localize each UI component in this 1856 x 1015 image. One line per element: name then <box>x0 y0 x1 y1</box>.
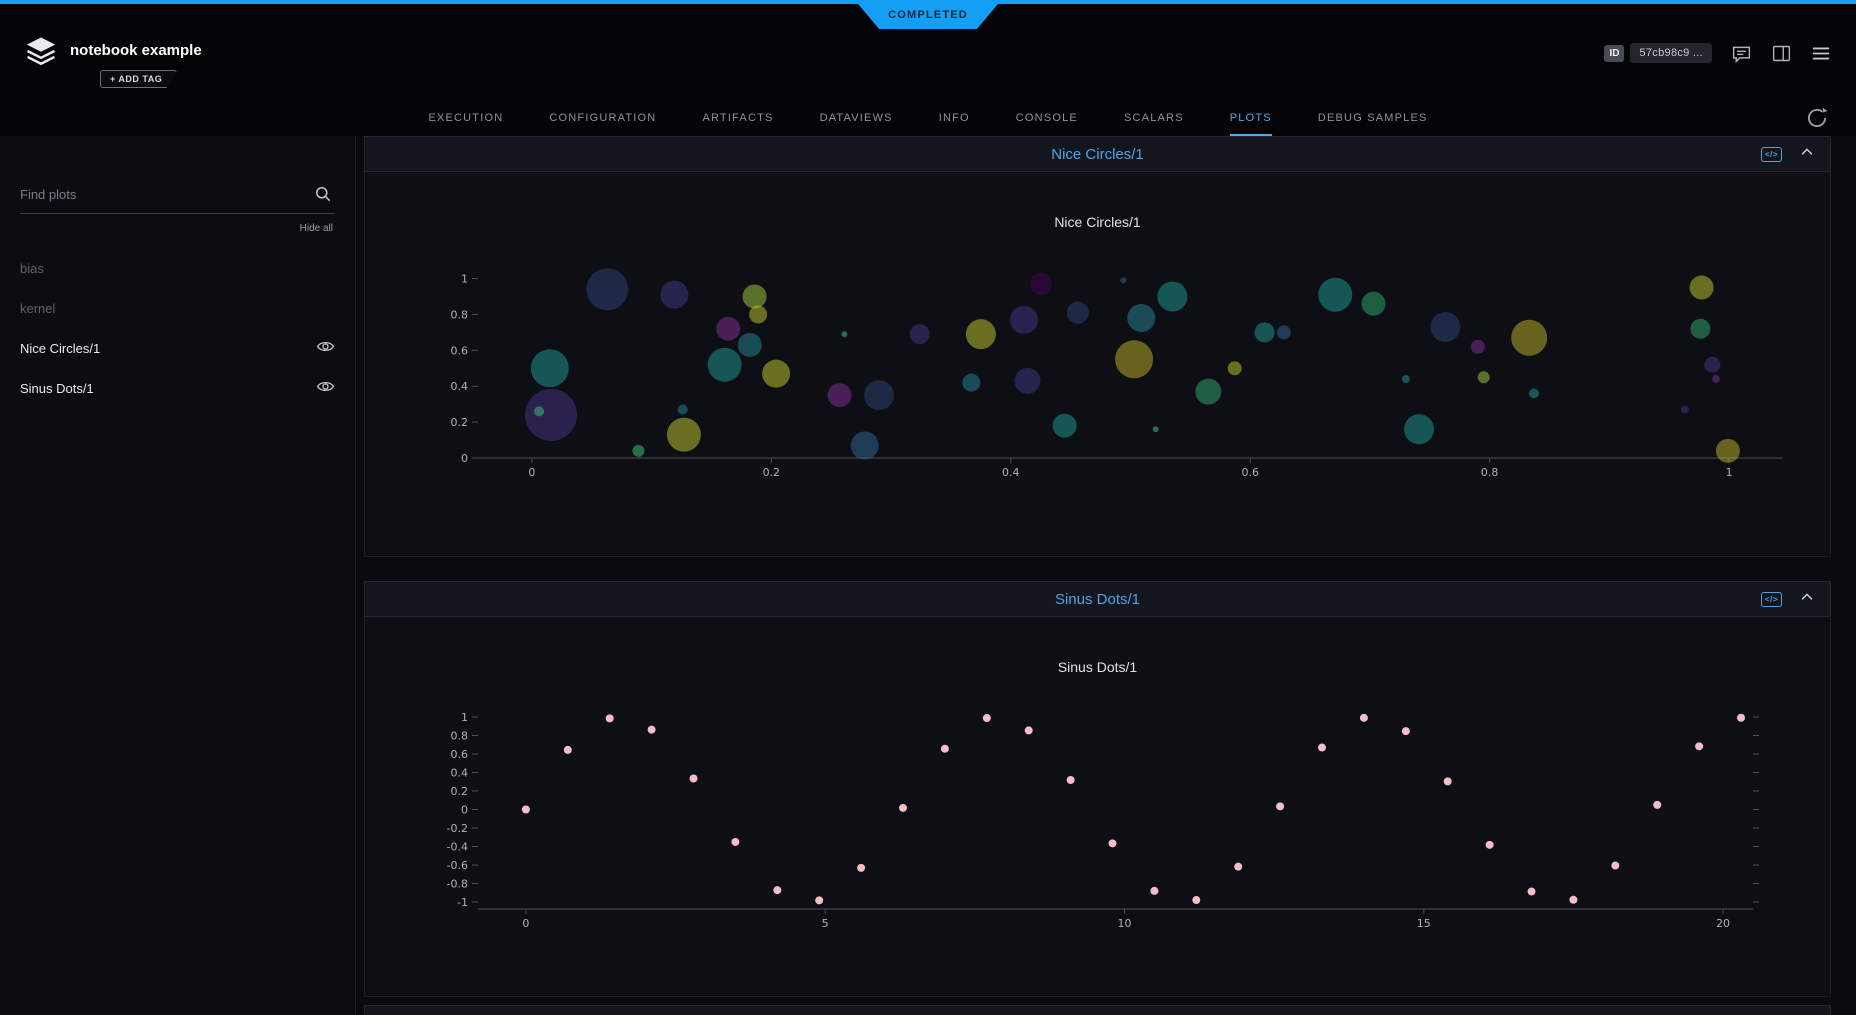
plots-sidebar: Hide all bias kernel Nice Circles/1 Sinus D… <box>0 136 356 1015</box>
plot-list-item-bias[interactable]: bias <box>0 248 355 288</box>
plot-list: bias kernel Nice Circles/1 Sinus Dots/1 <box>0 248 355 408</box>
svg-text:10: 10 <box>1117 917 1131 930</box>
svg-text:1: 1 <box>1725 466 1732 479</box>
experiment-title: notebook example <box>70 42 202 59</box>
details-panel-icon[interactable] <box>1770 42 1792 64</box>
comments-icon[interactable] <box>1730 42 1752 64</box>
collapse-chevron-icon[interactable] <box>1798 143 1816 166</box>
svg-text:-0.2: -0.2 <box>446 822 467 835</box>
svg-text:1: 1 <box>461 711 468 724</box>
tab-scalars[interactable]: SCALARS <box>1124 100 1184 136</box>
scatter-chart[interactable]: 0 5 10 15 20 -1 -0.8 -0.6 -0.4 -0.2 0 0.2 0.4 0.6 0.8 1 <box>418 707 1778 943</box>
plot-card-body: Sinus Dots/1 05101520-1-0.8-0.6-0.4-0.20… <box>364 617 1831 997</box>
svg-text:0.6: 0.6 <box>450 344 468 357</box>
plot-search <box>20 186 335 214</box>
svg-text:0.2: 0.2 <box>762 466 780 479</box>
svg-text:0.4: 0.4 <box>1002 466 1020 479</box>
svg-text:20: 20 <box>1716 917 1730 930</box>
svg-text:0.6: 0.6 <box>1241 466 1259 479</box>
svg-text:-1: -1 <box>457 896 468 909</box>
status-banner: COMPLETED <box>858 4 998 29</box>
collapse-chevron-icon[interactable] <box>1798 588 1816 611</box>
svg-text:5: 5 <box>821 917 828 930</box>
svg-text:0.2: 0.2 <box>450 785 468 798</box>
search-input[interactable] <box>20 187 305 202</box>
svg-text:0.8: 0.8 <box>450 308 468 321</box>
add-tag-button[interactable]: + ADD TAG <box>100 70 177 88</box>
visibility-eye-icon[interactable] <box>316 377 335 399</box>
svg-text:0: 0 <box>461 452 468 465</box>
chart-title: Sinus Dots/1 <box>365 617 1830 675</box>
svg-text:0.4: 0.4 <box>450 767 468 780</box>
svg-text:0: 0 <box>528 466 535 479</box>
tab-execution[interactable]: EXECUTION <box>428 100 503 136</box>
chart-title: Nice Circles/1 <box>365 172 1830 230</box>
tab-dataviews[interactable]: DATAVIEWS <box>820 100 893 136</box>
plot-card-title: Nice Circles/1 <box>1051 146 1144 163</box>
header-actions: ID 57cb98c9 ... <box>1604 40 1832 66</box>
plot-card-nice-circles: Nice Circles/1 </> Nice Circles/1 0 0.2 0.… <box>364 136 1831 557</box>
tab-debug-samples[interactable]: DEBUG SAMPLES <box>1318 100 1428 136</box>
svg-text:0.8: 0.8 <box>450 730 468 743</box>
visibility-eye-icon[interactable] <box>316 337 335 359</box>
plot-card-title: Sinus Dots/1 <box>1055 591 1140 608</box>
tab-artifacts[interactable]: ARTIFACTS <box>702 100 773 136</box>
tab-info[interactable]: INFO <box>939 100 970 136</box>
view-source-icon[interactable]: </> <box>1761 147 1782 162</box>
plot-card-body: Nice Circles/1 00.20.40.60.8100.20.40.60… <box>364 172 1831 557</box>
menu-icon[interactable] <box>1810 42 1832 64</box>
svg-text:0.8: 0.8 <box>1480 466 1498 479</box>
plot-list-item-kernel[interactable]: kernel <box>0 288 355 328</box>
plot-item-label: Sinus Dots/1 <box>20 381 94 396</box>
plot-item-label: Nice Circles/1 <box>20 341 100 356</box>
plot-card-tools: </> <box>1761 137 1816 171</box>
svg-text:-0.8: -0.8 <box>446 878 467 891</box>
tab-configuration[interactable]: CONFIGURATION <box>549 100 656 136</box>
svg-text:-0.4: -0.4 <box>446 841 467 854</box>
search-icon[interactable] <box>313 184 333 209</box>
svg-text:0.6: 0.6 <box>450 748 468 761</box>
tabs-container: EXECUTION CONFIGURATION ARTIFACTS DATAVIEWS… <box>0 100 1856 136</box>
tab-console[interactable]: CONSOLE <box>1016 100 1078 136</box>
svg-text:0.2: 0.2 <box>450 416 468 429</box>
hide-all-link[interactable]: Hide all <box>22 223 333 234</box>
plot-list-item-sinus-dots-1[interactable]: Sinus Dots/1 <box>0 368 355 408</box>
bubble-chart[interactable]: 0 0.2 0.4 0.6 0.8 1 0 0.2 0.4 0.6 0.8 1 <box>408 258 1788 498</box>
plot-list-item-nice-circles-1[interactable]: Nice Circles/1 <box>0 328 355 368</box>
view-source-icon[interactable]: </> <box>1761 592 1782 607</box>
plot-card-header: Sinus Dots/1 </> <box>364 581 1831 617</box>
svg-text:1: 1 <box>461 273 468 286</box>
plots-panel: Nice Circles/1 </> Nice Circles/1 0 0.2 0.… <box>357 136 1856 1015</box>
id-value[interactable]: 57cb98c9 ... <box>1630 43 1712 63</box>
svg-text:0.4: 0.4 <box>450 380 468 393</box>
svg-text:15: 15 <box>1416 917 1430 930</box>
next-plot-card-edge <box>364 1005 1831 1015</box>
plot-item-label: kernel <box>20 301 55 316</box>
tab-bar: EXECUTION CONFIGURATION ARTIFACTS DATAVIEWS… <box>0 100 1856 136</box>
svg-text:-0.6: -0.6 <box>446 859 467 872</box>
app-logo-icon <box>24 34 58 68</box>
plot-item-label: bias <box>20 261 44 276</box>
experiment-id: ID 57cb98c9 ... <box>1604 43 1712 63</box>
tab-plots[interactable]: PLOTS <box>1230 100 1272 136</box>
plot-card-sinus-dots: Sinus Dots/1 </> Sinus Dots/1 05101520-1… <box>364 581 1831 997</box>
id-badge: ID <box>1604 45 1624 62</box>
svg-text:0: 0 <box>522 917 529 930</box>
auto-refresh-icon[interactable] <box>1804 105 1830 131</box>
plot-card-tools: </> <box>1761 582 1816 616</box>
plot-card-header: Nice Circles/1 </> <box>364 136 1831 172</box>
top-accent-bar <box>0 0 1856 4</box>
svg-text:0: 0 <box>461 804 468 817</box>
